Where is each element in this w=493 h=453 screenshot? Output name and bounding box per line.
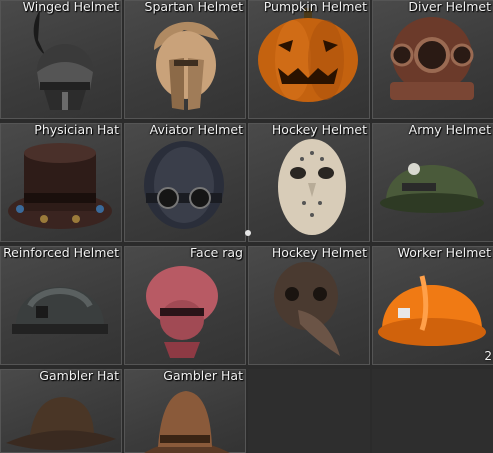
inventory-slot-empty[interactable] [372, 369, 493, 453]
slot-label: Winged Helmet [22, 0, 119, 14]
slot-label: Aviator Helmet [149, 123, 243, 137]
face-rag-icon [146, 266, 218, 358]
inventory-slot-winged-helmet[interactable]: Winged Helmet [0, 0, 122, 119]
inventory-grid: Winged Helmet Spartan Helmet Pumpkin Hel… [0, 0, 493, 453]
inventory-slot-face-rag[interactable]: Face rag [124, 246, 246, 365]
hockey-mask-icon [278, 139, 346, 235]
inventory-slot-reinforced-helmet[interactable]: Reinforced Helmet [0, 246, 122, 365]
slot-label: Gambler Hat [39, 369, 119, 383]
spartan-helmet-icon [154, 21, 219, 110]
inventory-slot-gambler-hat[interactable]: Gambler Hat [0, 369, 122, 453]
slot-label: Diver Helmet [408, 0, 491, 14]
inventory-slot-spartan-helmet[interactable]: Spartan Helmet [124, 0, 246, 119]
stack-count: 2 [484, 349, 492, 363]
worker-helmet-icon [378, 275, 486, 346]
pumpkin-helmet-icon [258, 8, 358, 102]
inventory-slot-worker-helmet[interactable]: Worker Helmet 2 [372, 246, 493, 365]
inventory-slot-gambler-hat-2[interactable]: Gambler Hat [124, 369, 246, 453]
inventory-slot-empty[interactable] [248, 369, 370, 453]
slot-label: Hockey Helmet [271, 123, 367, 137]
slot-label: Gambler Hat [163, 369, 243, 383]
inventory-slot-physician-hat[interactable]: Physician Hat [0, 123, 122, 242]
inventory-slot-diver-helmet[interactable]: Diver Helmet [372, 0, 493, 119]
slot-label: Hockey Helmet [271, 246, 367, 260]
aviator-helmet-icon [144, 141, 224, 229]
inventory-slot-army-helmet[interactable]: Army Helmet [372, 123, 493, 242]
slot-label: Face rag [190, 246, 243, 260]
diver-helmet-icon [390, 17, 474, 100]
inventory-slot-plague-mask[interactable]: Hockey Helmet [248, 246, 370, 365]
physician-hat-icon [8, 143, 112, 229]
winged-helmet-icon [33, 10, 93, 110]
slot-label: Physician Hat [34, 123, 119, 137]
inventory-slot-aviator-helmet[interactable]: Aviator Helmet [124, 123, 246, 242]
reinforced-helmet-icon [12, 287, 108, 334]
slot-label: Reinforced Helmet [3, 246, 119, 260]
slot-label: Army Helmet [408, 123, 491, 137]
slot-label: Worker Helmet [397, 246, 491, 260]
slot-label: Pumpkin Helmet [263, 0, 367, 14]
slot-label: Spartan Helmet [144, 0, 243, 14]
inventory-slot-hockey-helmet[interactable]: Hockey Helmet [248, 123, 370, 242]
army-helmet-icon [380, 163, 484, 213]
plague-mask-icon [274, 262, 340, 356]
inventory-slot-pumpkin-helmet[interactable]: Pumpkin Helmet [248, 0, 370, 119]
